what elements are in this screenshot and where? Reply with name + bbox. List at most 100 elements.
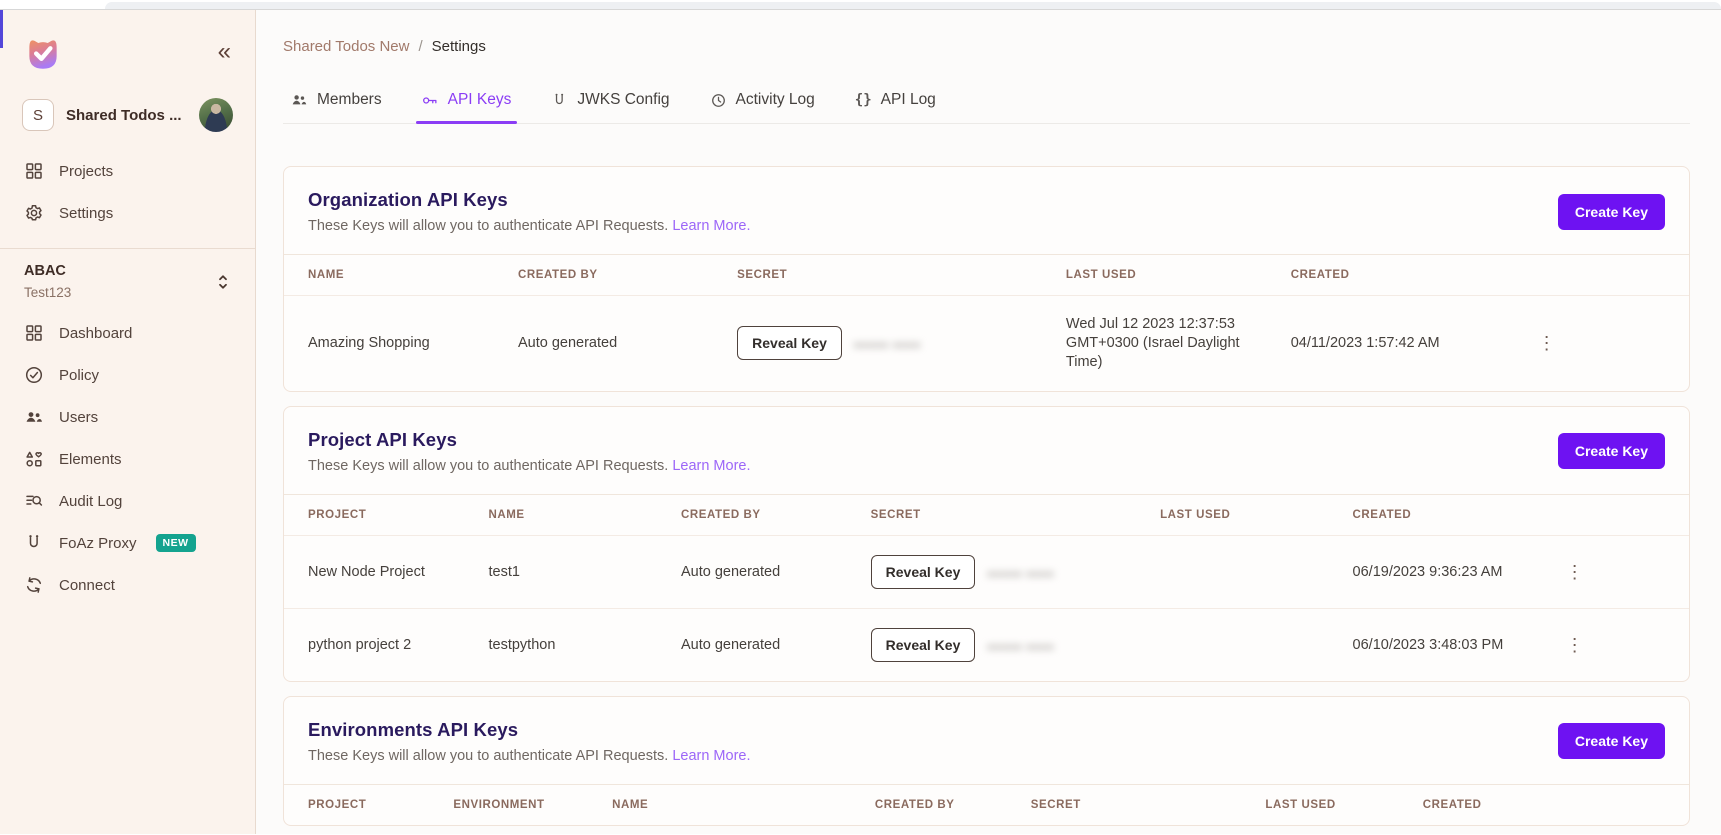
row-menu-kebab-icon[interactable]: ⋮ — [1558, 632, 1592, 658]
unfold-more-icon — [219, 274, 227, 289]
column-header: SECRET — [725, 254, 1054, 296]
table-cell: test1 — [476, 534, 669, 609]
table-cell: testpython — [476, 607, 669, 681]
learn-more-link[interactable]: Learn More. — [672, 748, 750, 764]
sidebar-header: « — [0, 10, 255, 74]
permit-logo-icon — [29, 40, 57, 69]
table-cell — [1148, 534, 1341, 609]
column-header: CREATED BY — [862, 783, 1019, 825]
section-title: Environments API Keys — [308, 718, 519, 740]
sidebar-item-label: FoAz Proxy — [59, 534, 137, 552]
api-key-sections: Organization API Keys These Keys will all… — [283, 166, 1690, 826]
tab-api-keys[interactable]: API Keys — [415, 81, 518, 124]
row-menu-kebab-icon[interactable]: ⋮ — [1530, 330, 1564, 356]
actions-cell: ⋮ — [1545, 607, 1689, 681]
table-cell: 06/10/2023 3:48:03 PM — [1340, 607, 1546, 681]
create-key-button[interactable]: Create Key — [1557, 193, 1665, 230]
learn-more-link[interactable]: Learn More. — [672, 218, 750, 234]
sidebar-item-label: Settings — [59, 204, 114, 222]
app-root: « S Shared Todos ... Projects Settings AB… — [0, 10, 1721, 834]
table-cell — [1148, 607, 1341, 681]
table-row: New Node Project test1 Auto generated Revea… — [284, 534, 1689, 609]
environments-api-keys-card: Environments API Keys These Keys will all… — [283, 695, 1690, 826]
sidebar-item-users[interactable]: Users — [14, 396, 241, 438]
tab-activity-log[interactable]: Activity Log — [708, 81, 817, 123]
connect-icon — [24, 575, 44, 595]
sidebar-item-projects[interactable]: Projects — [14, 150, 241, 192]
table-header-row: NAME CREATED BY SECRET LAST USED CREATED — [284, 254, 1689, 296]
sidebar-item-audit-log[interactable]: Audit Log — [14, 480, 241, 522]
user-avatar[interactable] — [199, 98, 233, 132]
sidebar-item-connect[interactable]: Connect — [14, 564, 241, 606]
workspace-initial-badge: S — [22, 99, 54, 131]
table-header-row: PROJECT NAME CREATED BY SECRET LAST USED CREA… — [284, 493, 1689, 536]
column-actions — [1618, 783, 1689, 825]
column-header: CREATED BY — [505, 254, 726, 296]
column-header: PROJECT — [284, 493, 477, 536]
column-header: CREATED BY — [668, 493, 859, 536]
sidebar-item-foaz-proxy[interactable]: FoAz Proxy NEW — [14, 522, 241, 564]
table-cell: 04/11/2023 1:57:42 AM — [1278, 294, 1518, 391]
workspace-name: Shared Todos ... — [66, 106, 182, 124]
grid-icon — [24, 323, 44, 343]
sidebar-item-settings[interactable]: Settings — [14, 192, 241, 234]
tab-members[interactable]: Members — [289, 81, 384, 123]
sidebar-item-elements[interactable]: Elements — [14, 438, 241, 480]
column-header: NAME — [600, 783, 863, 825]
masked-secret: ●●●●● ●●●● — [987, 641, 1055, 653]
project-api-keys-card: Project API Keys These Keys will allow yo… — [283, 405, 1690, 682]
key-icon — [422, 92, 439, 109]
org-project-selector[interactable]: ABAC Test123 — [0, 249, 255, 302]
row-menu-kebab-icon[interactable]: ⋮ — [1558, 559, 1592, 585]
sidebar-env-nav: Dashboard Policy Users Elements Audit Log FoA… — [0, 302, 255, 606]
column-header: PROJECT — [284, 783, 442, 825]
browser-tab-shape — [105, 2, 1721, 9]
column-header: NAME — [284, 254, 506, 296]
sidebar-item-label: Audit Log — [59, 492, 123, 510]
api-keys-table: PROJECT NAME CREATED BY SECRET LAST USED CREA… — [284, 493, 1689, 681]
tab-label: Activity Log — [735, 91, 815, 108]
table-cell: Auto generated — [505, 294, 726, 391]
table-cell: Auto generated — [668, 534, 859, 609]
create-key-button[interactable]: Create Key — [1557, 723, 1665, 760]
selected-org-name: ABAC — [24, 263, 66, 279]
reveal-key-button[interactable]: Reveal Key — [870, 627, 976, 662]
tab-jwks-config[interactable]: JWKS Config — [549, 81, 671, 123]
new-badge: NEW — [155, 534, 196, 552]
grid-icon — [24, 161, 44, 181]
reveal-key-button[interactable]: Reveal Key — [737, 326, 842, 361]
breadcrumb-current: Settings — [431, 38, 486, 55]
table-cell: Auto generated — [668, 607, 859, 681]
sidebar-item-policy[interactable]: Policy — [14, 354, 241, 396]
elements-icon — [24, 449, 44, 469]
table-row: python project 2 testpython Auto generated… — [284, 607, 1689, 681]
column-actions — [1517, 254, 1689, 296]
gear-icon — [24, 203, 44, 223]
selected-project-name: Test123 — [24, 285, 72, 300]
workspace-switcher[interactable]: S Shared Todos ... — [14, 94, 241, 136]
column-header: CREATED — [1410, 783, 1619, 825]
section-subtitle: These Keys will allow you to authenticat… — [308, 218, 751, 234]
secret-cell: Reveal Key ●●●●● ●●●● — [858, 534, 1149, 609]
column-header: NAME — [476, 493, 669, 536]
sidebar-item-label: Users — [59, 408, 99, 426]
tab-api-log[interactable]: {} API Log — [853, 81, 938, 123]
actions-cell: ⋮ — [1517, 294, 1689, 391]
browser-chrome-strip — [0, 0, 1721, 10]
column-header: SECRET — [858, 493, 1149, 536]
audit-log-icon — [24, 491, 44, 511]
sidebar-item-label: Connect — [59, 576, 115, 594]
tab-label: API Keys — [447, 91, 512, 108]
sidebar-item-dashboard[interactable]: Dashboard — [14, 312, 241, 354]
reveal-key-button[interactable]: Reveal Key — [870, 554, 976, 589]
secret-cell: Reveal Key ●●●●● ●●●● — [858, 607, 1149, 681]
masked-secret: ●●●●● ●●●● — [987, 568, 1055, 580]
create-key-button[interactable]: Create Key — [1557, 433, 1665, 470]
cable-icon — [24, 533, 44, 553]
table-header-row: PROJECT ENVIRONMENT NAME CREATED BY SECRET LA… — [284, 783, 1689, 825]
column-header: LAST USED — [1253, 783, 1411, 825]
learn-more-link[interactable]: Learn More. — [672, 458, 750, 474]
tab-label: JWKS Config — [577, 91, 670, 108]
collapse-sidebar-button[interactable]: « — [218, 40, 231, 64]
breadcrumb-parent-link[interactable]: Shared Todos New — [283, 38, 409, 55]
